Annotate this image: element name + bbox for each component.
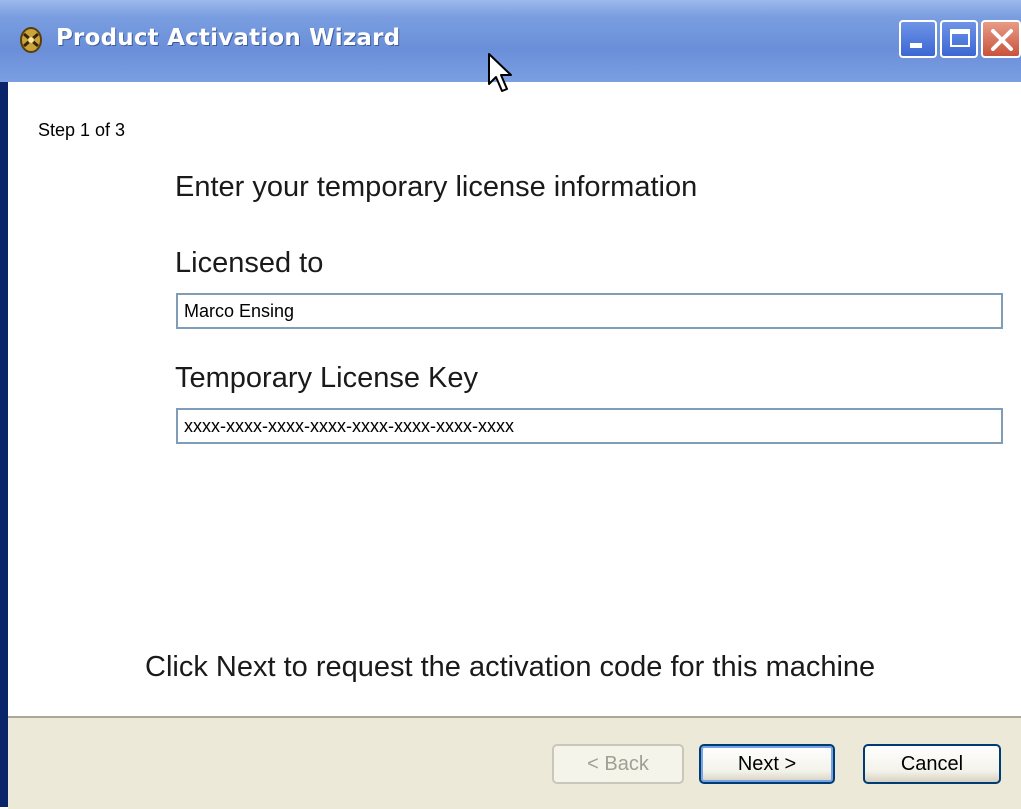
maximize-button[interactable] xyxy=(940,20,978,58)
close-button[interactable] xyxy=(981,20,1021,58)
licensed-to-input[interactable] xyxy=(176,293,1003,329)
back-button[interactable]: < Back xyxy=(552,744,684,784)
instruction-text: Click Next to request the activation cod… xyxy=(145,651,876,683)
step-indicator: Step 1 of 3 xyxy=(38,120,126,140)
mouse-pointer-icon xyxy=(488,53,512,92)
close-icon xyxy=(991,29,1013,51)
minimize-button[interactable] xyxy=(899,20,937,58)
wizard-window: Product Activation Wizard Step 1 of 3 En… xyxy=(0,0,1021,809)
button-bar: < Back Next > Cancel xyxy=(8,716,1021,809)
key-icon xyxy=(18,26,44,54)
page-heading: Enter your temporary license information xyxy=(175,171,698,203)
licensed-to-label: Licensed to xyxy=(175,247,324,279)
license-key-input[interactable] xyxy=(176,408,1003,444)
cancel-button[interactable]: Cancel xyxy=(863,744,1001,784)
window-title: Product Activation Wizard xyxy=(56,25,401,51)
next-button[interactable]: Next > xyxy=(699,744,835,784)
wizard-client-area: Step 1 of 3 Enter your temporary license… xyxy=(8,82,1021,809)
minimize-icon xyxy=(910,43,922,48)
license-key-label: Temporary License Key xyxy=(175,362,479,394)
maximize-icon xyxy=(950,29,970,47)
